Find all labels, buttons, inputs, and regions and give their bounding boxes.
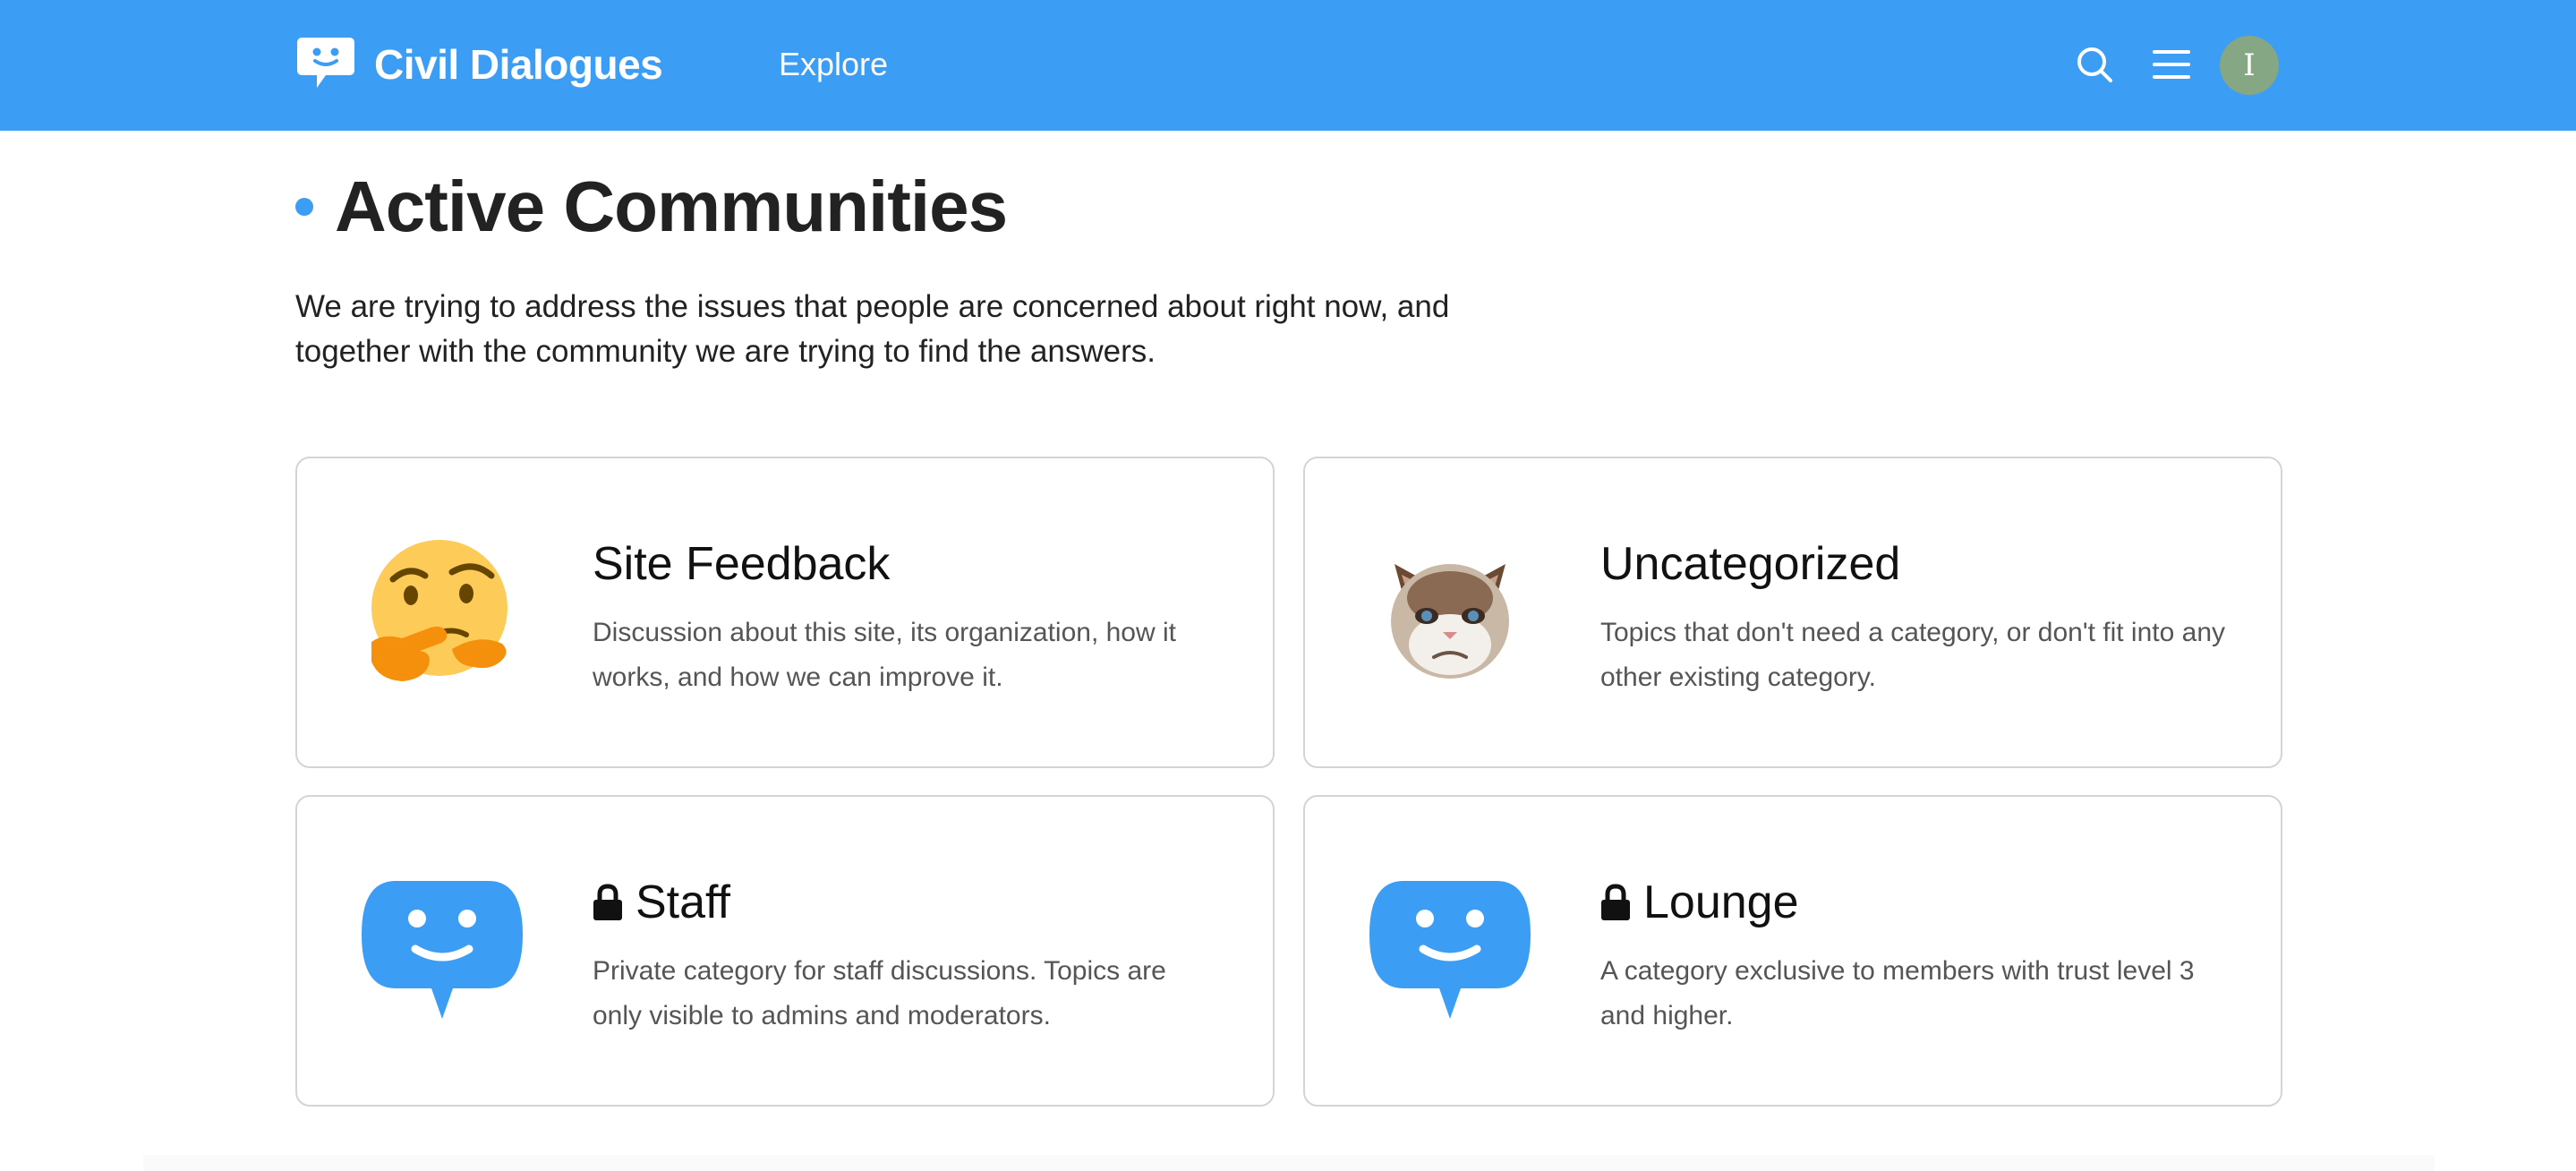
smiley-speech-bubble-icon — [360, 868, 525, 1033]
category-title[interactable]: Staff — [593, 874, 730, 931]
search-button[interactable] — [2071, 41, 2118, 88]
hamburger-menu-icon — [2153, 50, 2190, 79]
hamburger-menu-button[interactable] — [2148, 41, 2195, 88]
page-bottom-divider — [143, 1155, 2435, 1171]
site-name: Civil Dialogues — [374, 41, 663, 88]
category-card-site-feedback[interactable]: Site Feedback Discussion about this site… — [295, 457, 1275, 768]
speech-bubble-logo-icon — [297, 38, 354, 88]
site-logo-link[interactable]: Civil Dialogues — [295, 36, 663, 93]
search-icon — [2077, 47, 2112, 82]
page-title-row: Active Communities — [295, 167, 1008, 247]
category-card-uncategorized[interactable]: Uncategorized Topics that don't need a c… — [1303, 457, 2282, 768]
category-description: A category exclusive to members with tru… — [1600, 956, 2195, 1030]
lock-icon — [1601, 884, 1630, 920]
category-name: Uncategorized — [1600, 538, 1901, 590]
category-card-staff[interactable]: Staff Private category for staff discuss… — [295, 795, 1275, 1107]
grumpy-cat-icon — [1368, 530, 1532, 695]
category-name: Site Feedback — [593, 538, 891, 590]
category-title[interactable]: Uncategorized — [1600, 535, 1900, 593]
smiley-speech-bubble-icon — [1368, 868, 1532, 1033]
category-description: Topics that don't need a category, or do… — [1600, 618, 2225, 692]
category-title[interactable]: Lounge — [1600, 874, 1799, 931]
category-name: Staff — [635, 876, 731, 928]
title-bullet-dot — [295, 198, 313, 216]
user-avatar[interactable]: I — [2220, 36, 2279, 95]
page-title: Active Communities — [335, 167, 1008, 246]
category-card-lounge[interactable]: Lounge A category exclusive to members w… — [1303, 795, 2282, 1107]
page-intro: We are trying to address the issues that… — [295, 289, 1450, 369]
thinking-face-icon — [360, 530, 525, 695]
site-header: Civil Dialogues Explore I — [0, 0, 2576, 131]
lock-icon — [593, 884, 622, 920]
category-description: Discussion about this site, its organiza… — [593, 618, 1176, 692]
nav-explore-link[interactable]: Explore — [779, 39, 888, 90]
category-description: Private category for staff discussions. … — [593, 956, 1166, 1030]
category-name: Lounge — [1643, 876, 1799, 928]
category-title[interactable]: Site Feedback — [593, 535, 890, 593]
